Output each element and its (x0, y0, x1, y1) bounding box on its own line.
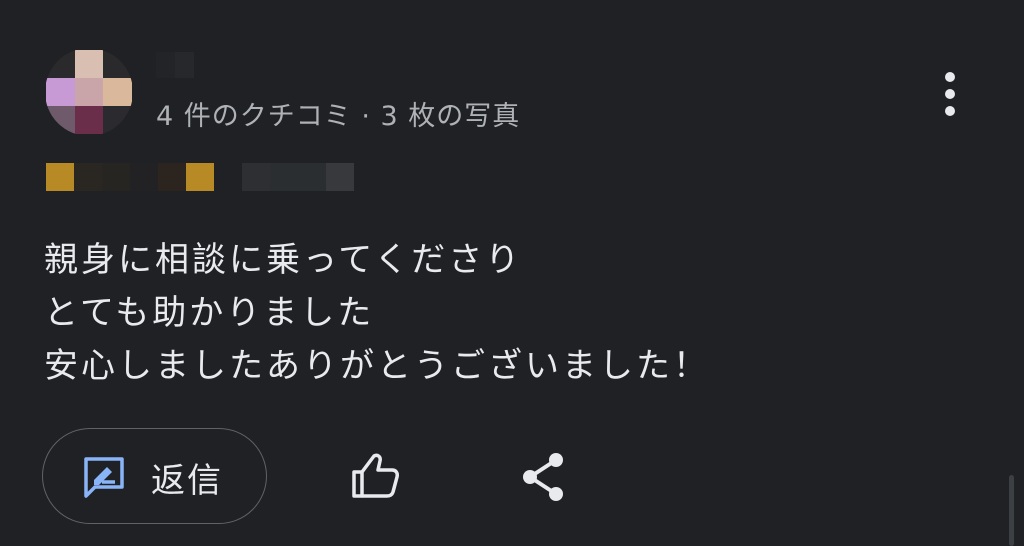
reply-review-icon (84, 457, 124, 498)
rating-pixel (130, 163, 158, 191)
rating-pixel (158, 163, 186, 191)
date-pixel (270, 163, 298, 191)
scrollbar[interactable] (1009, 475, 1014, 546)
more-vert-icon-dot (945, 89, 955, 99)
date-pixel (298, 163, 326, 191)
rating-pixel (74, 163, 102, 191)
date-pixel (242, 163, 270, 191)
reply-button-label: 返信 (151, 461, 223, 501)
review-text-line: 親身に相談に乗ってくださり (44, 240, 523, 280)
reviewer-avatar[interactable] (46, 50, 132, 134)
reviewer-name-redacted[interactable] (156, 52, 194, 78)
thumb-up-icon[interactable] (348, 448, 404, 504)
review-text-line: 安心しましたありがとうございました！ (44, 346, 710, 386)
review-text-line: とても助かりました (44, 293, 375, 333)
rating-gap (214, 163, 242, 191)
review-body: 親身に相談に乗ってくださり とても助かりました 安心しましたありがとうございまし… (44, 234, 710, 393)
star-icon (46, 163, 74, 191)
reply-button[interactable]: 返信 (42, 428, 267, 524)
reviewer-meta: 4 件のクチコミ · 3 枚の写真 (156, 101, 521, 132)
rating-pixel (102, 163, 130, 191)
date-pixel (326, 163, 354, 191)
rating-and-date-redacted (46, 163, 354, 191)
more-vert-icon-dot (945, 106, 955, 116)
star-icon (186, 163, 214, 191)
more-vert-icon (945, 72, 955, 82)
share-icon[interactable] (518, 450, 568, 504)
more-options-button[interactable] (930, 68, 970, 120)
